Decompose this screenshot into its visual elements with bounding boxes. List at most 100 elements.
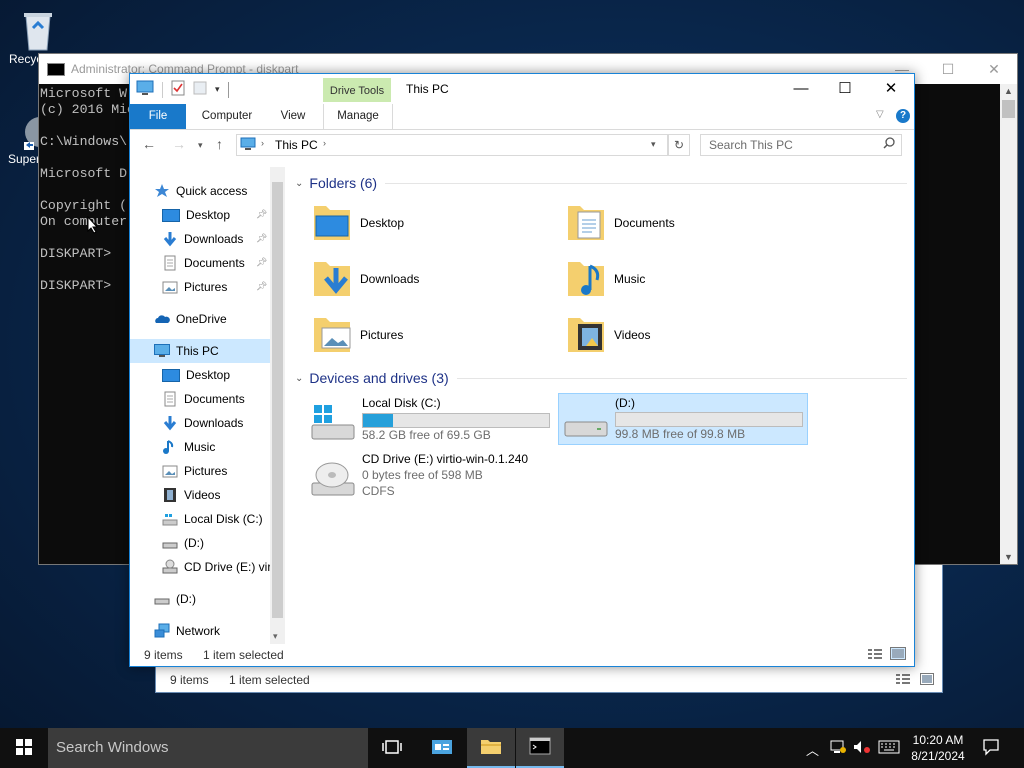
file-explorer-taskbar-button[interactable] [467, 728, 515, 768]
taskbar-search-placeholder: Search Windows [56, 739, 169, 756]
nav-pc-downloads[interactable]: Downloads [162, 411, 243, 435]
server-manager-button[interactable] [418, 728, 466, 768]
nav-pc-videos[interactable]: Videos [162, 483, 220, 507]
cmd-close-button[interactable]: ✕ [971, 61, 1017, 78]
refresh-icon[interactable]: ↻ [668, 134, 690, 156]
cmd-scroll-down-icon[interactable]: ▼ [1004, 552, 1013, 562]
properties-icon[interactable] [171, 80, 185, 99]
collapse-chevron-icon[interactable]: ⌄ [295, 178, 303, 189]
pin-icon[interactable]: 📌︎ [256, 233, 267, 244]
tab-view[interactable]: View [268, 104, 318, 129]
terminal-icon [529, 737, 551, 758]
pin-icon[interactable]: 📌︎ [256, 209, 267, 220]
nav-qa-downloads[interactable]: Downloads [162, 227, 243, 251]
nav-cd-drive[interactable]: CD Drive (E:) virt [162, 555, 270, 579]
folder-documents[interactable]: Documents [566, 195, 675, 251]
nav-d-drive[interactable]: (D:) [162, 531, 204, 555]
windows-logo-icon [16, 738, 32, 758]
nav-qa-desktop[interactable]: Desktop [162, 203, 230, 227]
pin-icon[interactable]: 📌︎ [256, 257, 267, 268]
nav-scrollbar[interactable]: ▾ [270, 167, 285, 644]
content-pane[interactable]: ⌄ Folders (6) Desktop Documents Download… [290, 167, 910, 644]
nav-pc-pictures[interactable]: Pictures [162, 459, 227, 483]
breadcrumb-separator-icon[interactable]: › [261, 138, 264, 148]
search-icon[interactable] [883, 135, 895, 155]
nav-this-pc[interactable]: This PC [130, 339, 270, 363]
nav-quick-access[interactable]: Quick access [154, 179, 247, 203]
file-explorer-window[interactable]: ▾ Drive Tools This PC — ☐ ✕ File Compute… [129, 73, 915, 667]
details-view-icon[interactable] [868, 648, 882, 663]
downloads-icon [162, 231, 178, 247]
navigation-pane[interactable]: Quick access Desktop 📌︎ Downloads 📌︎ Doc… [130, 167, 285, 644]
collapse-chevron-icon[interactable]: ⌄ [295, 373, 303, 384]
large-icons-view-icon[interactable] [920, 673, 934, 688]
forward-arrow-icon[interactable]: → [172, 136, 186, 152]
nav-qa-documents[interactable]: Documents [162, 251, 245, 275]
folder-pictures[interactable]: Pictures [312, 307, 403, 363]
folder-videos-label: Videos [614, 328, 651, 342]
drive-c-free-space: 58.2 GB free of 69.5 GB [362, 428, 491, 442]
customize-toolbar-icon[interactable]: ▾ [215, 84, 220, 95]
breadcrumb-chevron-icon[interactable]: › [323, 138, 326, 148]
search-input[interactable]: Search This PC [700, 134, 902, 156]
tab-file[interactable]: File [130, 104, 186, 129]
back-arrow-icon[interactable]: ← [142, 136, 156, 152]
address-dropdown-icon[interactable]: ▾ [651, 139, 656, 150]
taskbar-search-input[interactable]: Search Windows [48, 728, 368, 768]
action-center-icon[interactable] [982, 738, 1000, 759]
keyboard-icon[interactable] [878, 740, 900, 757]
help-icon[interactable]: ? [896, 109, 910, 123]
task-view-button[interactable] [368, 728, 416, 768]
nav-d-drive-root[interactable]: (D:) [154, 587, 196, 611]
large-icons-view-icon[interactable] [890, 647, 906, 663]
nav-pc-documents[interactable]: Documents [162, 387, 245, 411]
network-status-icon[interactable] [830, 740, 846, 757]
folder-downloads[interactable]: Downloads [312, 251, 419, 307]
volume-muted-icon[interactable] [853, 740, 871, 757]
drive-cd-e[interactable]: CD Drive (E:) virtio-win-0.1.240 0 bytes… [310, 451, 570, 515]
tab-manage[interactable]: Manage [323, 104, 393, 129]
show-hidden-icons-icon[interactable]: ︿ [806, 740, 819, 759]
system-clock[interactable]: 10:20 AM 8/21/2024 [906, 732, 970, 764]
cmd-scrollbar[interactable]: ▲ ▼ [1000, 84, 1017, 564]
pictures-icon [162, 279, 178, 295]
breadcrumb-this-pc[interactable]: This PC [275, 138, 318, 152]
nav-qa-pictures[interactable]: Pictures [162, 275, 227, 299]
windows-drive-icon [310, 403, 356, 446]
command-prompt-taskbar-button[interactable] [516, 728, 564, 768]
folders-group-header[interactable]: ⌄ Folders (6) [295, 175, 907, 191]
address-row: ← → ▾ ↑ › This PC › ▾ ↻ Search This PC [130, 131, 914, 159]
up-arrow-icon[interactable]: ↑ [216, 136, 223, 152]
details-view-icon[interactable] [896, 673, 910, 688]
folder-videos[interactable]: Videos [566, 307, 650, 363]
address-bar[interactable]: › This PC › ▾ [236, 134, 668, 156]
tab-computer[interactable]: Computer [192, 104, 262, 129]
folder-music[interactable]: Music [566, 251, 645, 307]
nav-onedrive[interactable]: OneDrive [154, 307, 227, 331]
expand-ribbon-icon[interactable]: ▽ [876, 109, 884, 120]
nav-pc-music[interactable]: Music [162, 435, 215, 459]
nav-scroll-thumb[interactable] [272, 182, 283, 618]
minimize-button[interactable]: — [778, 74, 824, 104]
nav-quick-access-label: Quick access [176, 184, 248, 198]
nav-network[interactable]: Network [154, 619, 220, 643]
cmd-maximize-button[interactable]: ☐ [925, 61, 971, 78]
drive-d[interactable]: (D:) 99.8 MB free of 99.8 MB [558, 393, 808, 445]
documents-icon [162, 391, 178, 407]
close-button[interactable]: ✕ [868, 74, 914, 104]
drive-local-disk-c[interactable]: Local Disk (C:) 58.2 GB free of 69.5 GB [310, 395, 550, 451]
recent-locations-icon[interactable]: ▾ [198, 140, 203, 151]
start-button[interactable] [0, 728, 48, 768]
cmd-scroll-up-icon[interactable]: ▲ [1004, 86, 1013, 96]
nav-scroll-down-icon[interactable]: ▾ [273, 631, 278, 642]
pin-icon[interactable]: 📌︎ [256, 281, 267, 292]
explorer-title-bar[interactable]: ▾ Drive Tools This PC — ☐ ✕ [130, 74, 914, 102]
nav-pc-desktop[interactable]: Desktop [162, 363, 230, 387]
folder-desktop[interactable]: Desktop [312, 195, 404, 251]
cmd-scroll-thumb[interactable] [1002, 100, 1015, 118]
nav-local-disk-c[interactable]: Local Disk (C:) [162, 507, 263, 531]
maximize-button[interactable]: ☐ [822, 74, 868, 104]
devices-group-header[interactable]: ⌄ Devices and drives (3) [295, 370, 907, 386]
nav-qa-documents-label: Documents [184, 256, 245, 270]
new-folder-icon[interactable] [193, 80, 207, 99]
